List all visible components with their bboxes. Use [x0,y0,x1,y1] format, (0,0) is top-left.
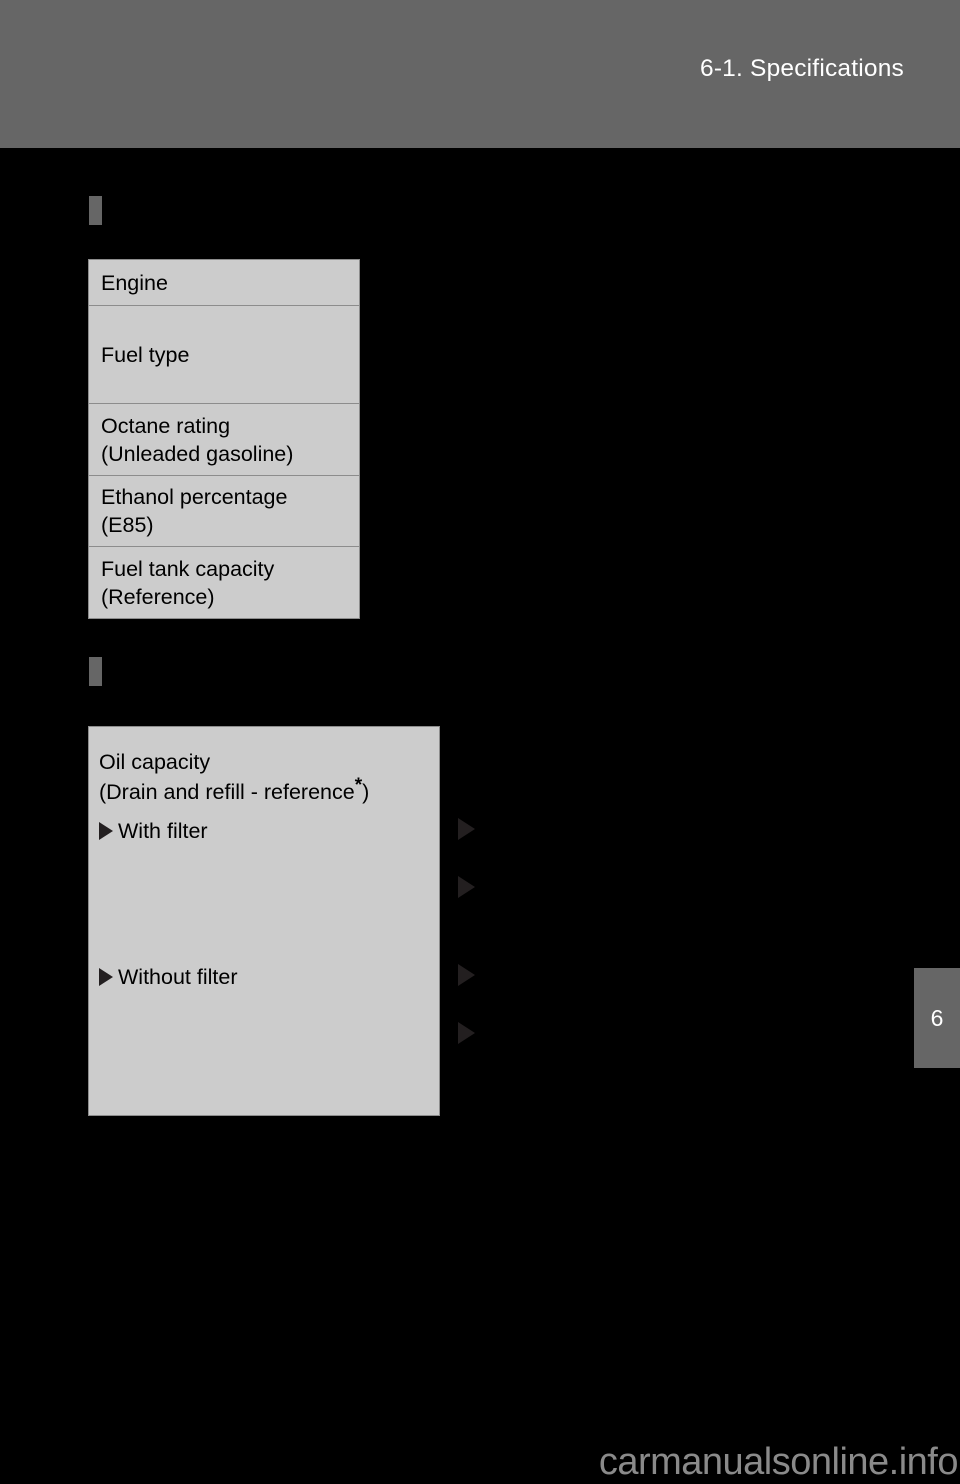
oil-sub-item-with-filter: With filter [99,817,208,845]
oil-capacity-heading-line-2-close: ) [362,780,370,804]
table-cell-label: Fuel type [101,342,190,367]
chapter-tab: 6 [914,968,960,1068]
triangle-right-icon [99,968,113,986]
table-row: Ethanol percentage (E85) [89,476,359,547]
oil-capacity-heading-line-2: (Drain and refill - reference*) [99,774,370,807]
table-cell-sublabel: (Reference) [101,584,215,609]
table-cell-label: Fuel tank capacity [101,556,275,581]
fuel-specifications-table: Engine Fuel type Octane rating (Unleaded… [88,259,360,619]
oil-capacity-heading-line-1: Oil capacity [99,750,211,774]
oil-capacity-heading: Oil capacity (Drain and refill - referen… [99,747,369,807]
oil-sub-item-label: Without filter [118,965,238,989]
table-cell-sublabel: (E85) [101,513,154,537]
triangle-right-icon [458,964,475,986]
oil-specifications-table: Oil capacity (Drain and refill - referen… [88,726,440,1116]
triangle-right-icon [458,876,475,898]
triangle-right-icon [458,1022,475,1044]
chapter-tab-number: 6 [930,1004,944,1031]
triangle-right-icon [458,818,475,840]
page-title: 6-1. Specifications [700,55,904,82]
table-cell-sublabel: (Unleaded gasoline) [101,441,294,466]
section-marker-oil [89,657,102,686]
section-marker-fuel [89,196,102,225]
footnote-asterisk: * [354,774,363,796]
table-cell-label: Ethanol percentage [101,485,288,509]
site-watermark: carmanualsonline.info [598,1441,959,1483]
table-row: Octane rating (Unleaded gasoline) [89,404,359,476]
page-header-band: 6-1. Specifications [0,0,960,148]
table-row: Engine [89,260,359,306]
table-cell-label: Octane rating [101,413,231,438]
table-row: Fuel type [89,306,359,404]
oil-sub-item-without-filter: Without filter [99,963,237,991]
triangle-right-icon [99,822,113,840]
table-cell-label: Engine [101,270,168,295]
oil-capacity-heading-line-2-text: (Drain and refill - reference [99,780,355,804]
oil-sub-item-label: With filter [118,819,208,843]
table-row: Fuel tank capacity (Reference) [89,547,359,618]
